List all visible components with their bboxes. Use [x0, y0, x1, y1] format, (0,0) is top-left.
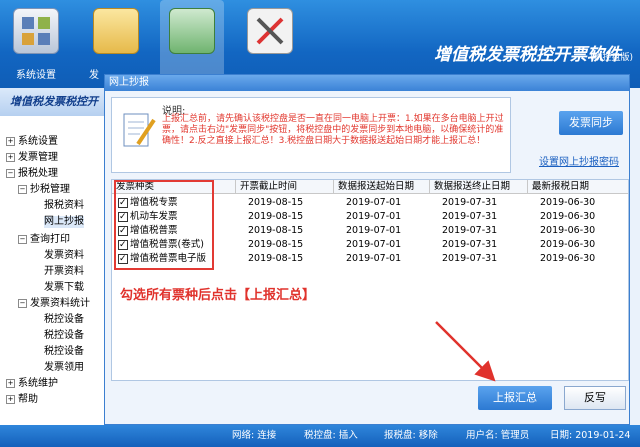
cell-billing-deadline: 2019-08-15 — [248, 253, 304, 264]
cell-report-start: 2019-07-01 — [346, 211, 402, 222]
col-header-latest-tax[interactable]: 最新报税日期 — [528, 180, 628, 194]
app-subtitle: (税控盘版) — [590, 53, 634, 63]
cell-report-end: 2019-07-31 — [442, 225, 498, 236]
tree-item-billing-data[interactable]: 开票资料 — [44, 266, 84, 278]
cell-report-start: 2019-07-01 — [346, 239, 402, 250]
tree-item-copy-tax[interactable]: − 抄税管理 — [18, 184, 70, 196]
status-report-disk: 报税盘: 移除 — [384, 430, 438, 441]
status-bar: 网络: 连接 税控盘: 插入 报税盘: 移除 用户名: 管理员 日期: 2019… — [0, 425, 640, 447]
cell-report-start: 2019-07-01 — [346, 197, 402, 208]
collapse-icon[interactable]: − — [18, 298, 27, 308]
tree-item-tax-device-1[interactable]: 税控设备 — [44, 314, 84, 326]
cell-report-end: 2019-07-31 — [442, 211, 498, 222]
cell-report-end: 2019-07-31 — [442, 253, 498, 264]
invoice-sync-button[interactable]: 发票同步 — [559, 111, 623, 135]
nav-tree: 增值税发票税控开 + 系统设置 + 发票管理 − 报税处理 − 抄税管理 报税资料 网上… — [0, 88, 105, 435]
tree-item-help[interactable]: + 帮助 — [6, 394, 38, 406]
tree-item-system-settings[interactable]: + 系统设置 — [6, 136, 58, 148]
note-text: 上报汇总前，请先确认该税控盘是否一直在同一电脑上开票：1.如果在多台电脑上开过票… — [162, 114, 504, 146]
reverse-write-button[interactable]: 反写 — [564, 386, 626, 410]
col-header-report-end[interactable]: 数据报送终止日期 — [430, 180, 528, 194]
cell-latest-tax: 2019-06-30 — [540, 211, 596, 222]
cell-report-end: 2019-07-31 — [442, 239, 498, 250]
tree-item-tax-device-3[interactable]: 税控设备 — [44, 346, 84, 358]
tax-report-icon — [169, 8, 215, 54]
system-settings-icon — [13, 8, 59, 54]
collapse-icon[interactable]: − — [6, 168, 15, 178]
tree-item-tax-processing[interactable]: − 报税处理 — [6, 168, 58, 180]
tools-icon — [247, 8, 293, 54]
collapse-icon[interactable]: − — [18, 234, 27, 244]
tree-item-tax-device-2[interactable]: 税控设备 — [44, 330, 84, 342]
cell-report-start: 2019-07-01 — [346, 225, 402, 236]
note-box: 说明: 上报汇总前，请先确认该税控盘是否一直在同一电脑上开票：1.如果在多台电脑… — [111, 97, 511, 173]
tree-item-invoice-download[interactable]: 发票下载 — [44, 282, 84, 294]
cell-report-end: 2019-07-31 — [442, 197, 498, 208]
expand-icon[interactable]: + — [6, 394, 15, 404]
annotation-text: 勾选所有票种后点击【上报汇总】 — [120, 288, 316, 303]
dialog-title: 网上抄报 — [105, 75, 629, 91]
tree-item-online-report[interactable]: 网上抄报 — [44, 216, 84, 228]
set-report-password-link[interactable]: 设置网上抄报密码 — [539, 153, 619, 168]
expand-icon[interactable]: + — [6, 378, 15, 388]
annotation-arrow-icon — [435, 321, 496, 382]
cell-billing-deadline: 2019-08-15 — [248, 211, 304, 222]
expand-icon[interactable]: + — [6, 152, 15, 162]
cell-latest-tax: 2019-06-30 — [540, 197, 596, 208]
highlight-box — [114, 180, 214, 270]
tree-item-system-maintenance[interactable]: + 系统维护 — [6, 378, 58, 390]
note-edit-icon — [122, 110, 156, 150]
tree-item-invoice-management[interactable]: + 发票管理 — [6, 152, 58, 164]
cell-billing-deadline: 2019-08-15 — [248, 197, 304, 208]
status-date: 日期: 2019-01-24 — [550, 430, 631, 441]
cell-latest-tax: 2019-06-30 — [540, 225, 596, 236]
tree-item-tax-data[interactable]: 报税资料 — [44, 200, 84, 212]
status-user: 用户名: 管理员 — [466, 430, 530, 441]
folder-icon — [93, 8, 139, 54]
status-network: 网络: 连接 — [232, 430, 277, 441]
tree-item-invoice-stats[interactable]: − 发票资料统计 — [18, 298, 90, 310]
tree-item-invoice-data[interactable]: 发票资料 — [44, 250, 84, 262]
col-header-billing-deadline[interactable]: 开票截止时间 — [236, 180, 334, 194]
expand-icon[interactable]: + — [6, 136, 15, 146]
cell-billing-deadline: 2019-08-15 — [248, 239, 304, 250]
cell-billing-deadline: 2019-08-15 — [248, 225, 304, 236]
cell-report-start: 2019-07-01 — [346, 253, 402, 264]
nav-tree-header: 增值税发票税控开 — [0, 88, 104, 116]
col-header-report-start[interactable]: 数据报送起始日期 — [334, 180, 430, 194]
tree-item-query-print[interactable]: − 查询打印 — [18, 234, 70, 246]
report-summary-button[interactable]: 上报汇总 — [478, 386, 552, 410]
status-tax-disk: 税控盘: 插入 — [304, 430, 358, 441]
cell-latest-tax: 2019-06-30 — [540, 239, 596, 250]
collapse-icon[interactable]: − — [18, 184, 27, 194]
cell-latest-tax: 2019-06-30 — [540, 253, 596, 264]
tree-item-invoice-claim[interactable]: 发票领用 — [44, 362, 84, 374]
